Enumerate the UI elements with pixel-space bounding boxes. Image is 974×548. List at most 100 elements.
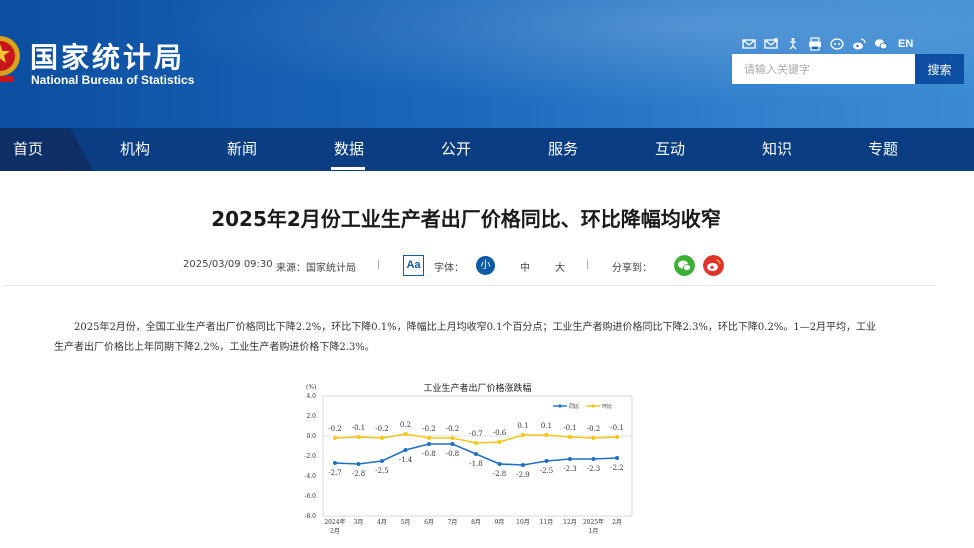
main-nav: 首页 机构 新闻 数据 公开 服务 互动 知识 专题 [0,128,974,171]
data-point [403,432,408,436]
x-tick-label: 2月 [330,528,340,535]
weibo-icon[interactable] [852,37,866,51]
search-input[interactable] [732,54,915,84]
data-label: -0.8 [422,450,436,458]
data-label: -0.1 [352,424,366,432]
legend-marker [558,404,562,408]
data-point [615,435,619,439]
article-source: 来源：国家统计局 [276,263,356,274]
y-tick-label: -4.0 [304,473,316,480]
data-label: -2.3 [587,465,601,473]
nav-item-organization[interactable]: 机构 [120,128,150,171]
data-label: -2.8 [493,470,507,478]
ppi-line-chart: 工业生产者出厂价格涨跌幅 (%) 4.0 2.0 0.0 -2.0 -4.0 -6.0 -8.0… [304,382,633,535]
message-icon[interactable] [764,37,778,51]
font-size-large-button[interactable]: 大 [555,259,565,274]
meta-separator: | [377,259,381,270]
site-logo-cn[interactable]: 国家统计局 [30,36,185,76]
data-point [427,442,431,446]
data-label: -0.1 [563,424,577,432]
nav-item-topics[interactable]: 专题 [868,128,898,171]
data-point [356,462,361,466]
legend-marker [591,404,595,408]
data-label: -1.8 [469,460,483,468]
search-button[interactable]: 搜索 [915,54,964,84]
data-label: -0.8 [446,450,460,458]
data-label: 0.1 [541,422,552,430]
y-tick-label: 2.0 [306,413,316,420]
x-tick-label: 1月 [589,528,599,535]
y-tick-label: -2.0 [304,453,316,460]
font-size-icon: Aa [403,255,424,276]
site-logo-en[interactable]: National Bureau of Statistics [31,73,194,87]
site-search: 搜索 [732,54,964,84]
x-tick-label: 2025年 [583,518,604,526]
publish-date: 2025/03/09 09:30 [183,259,273,270]
national-emblem-icon[interactable] [0,30,22,86]
data-label: -2.7 [328,469,342,477]
data-point [521,463,525,467]
share-weibo-icon[interactable] [703,255,724,276]
data-label: 0.2 [400,421,411,429]
font-size-medium-button[interactable]: 中 [520,259,530,274]
data-point [403,448,408,452]
data-label: -0.7 [469,430,483,438]
data-label: -0.6 [493,429,507,437]
article-meta: 2025/03/09 09:30 来源：国家统计局 | Aa 字体： 小 中 大… [0,254,932,278]
font-size-small-button[interactable]: 小 [476,256,495,275]
nav-item-interaction[interactable]: 互动 [655,128,685,171]
nav-item-service[interactable]: 服务 [548,128,578,171]
x-tick-label: 9月 [495,519,505,526]
x-tick-label: 7月 [448,519,458,526]
language-switch-en[interactable]: EN [898,38,913,50]
data-point [497,440,502,444]
data-point [450,436,455,440]
data-label: -2.9 [516,471,530,479]
mail-icon[interactable] [742,37,756,51]
x-tick-label: 4月 [377,519,387,526]
data-point [427,436,431,440]
y-tick-label: -6.0 [304,493,316,500]
share-wechat-icon[interactable] [674,255,695,276]
data-point [591,457,596,461]
data-label: -0.2 [587,425,601,433]
data-label: -2.3 [563,465,577,473]
y-tick-label: -8.0 [304,513,316,520]
article-paragraph: 2025年2月份，全国工业生产者出厂价格同比下降2.2%，环比下降0.1%，降幅… [54,322,877,353]
data-point [474,441,478,445]
data-point [333,461,337,465]
x-tick-label: 5月 [401,519,411,526]
data-point [544,433,549,437]
nav-item-knowledge[interactable]: 知识 [762,128,792,171]
data-point [615,456,619,460]
x-tick-label: 11月 [540,519,554,526]
nav-item-home[interactable]: 首页 [13,128,43,171]
data-point [497,462,502,466]
x-tick-label: 6月 [424,519,434,526]
chart-plot-area [322,395,633,517]
print-icon[interactable] [808,37,822,51]
nav-item-public[interactable]: 公开 [441,128,471,171]
data-point [568,435,572,439]
data-label: -0.2 [328,425,342,433]
meta-divider [4,285,935,286]
y-tick-label: 0.0 [306,433,316,440]
app-icon[interactable] [830,37,844,51]
nav-item-data[interactable]: 数据 [334,128,364,171]
data-point [544,459,549,463]
header-tools: EN [742,36,913,52]
accessibility-icon[interactable] [786,37,800,51]
site-header: 国家统计局 National Bureau of Statistics EN 搜… [0,0,974,128]
x-tick-label: 3月 [354,519,364,526]
data-label: -0.2 [375,425,389,433]
article-title: 2025年2月份工业生产者出厂价格同比、环比降幅均收窄 [211,207,721,231]
x-tick-label: 12月 [563,519,577,526]
data-label: 0.1 [517,422,528,430]
wechat-icon[interactable] [874,37,888,51]
data-point [591,436,596,440]
data-label: -2.5 [540,467,554,475]
data-point [450,442,455,446]
nav-item-news[interactable]: 新闻 [227,128,257,171]
share-label: 分享到： [612,263,652,274]
data-label: -2.2 [610,464,624,472]
